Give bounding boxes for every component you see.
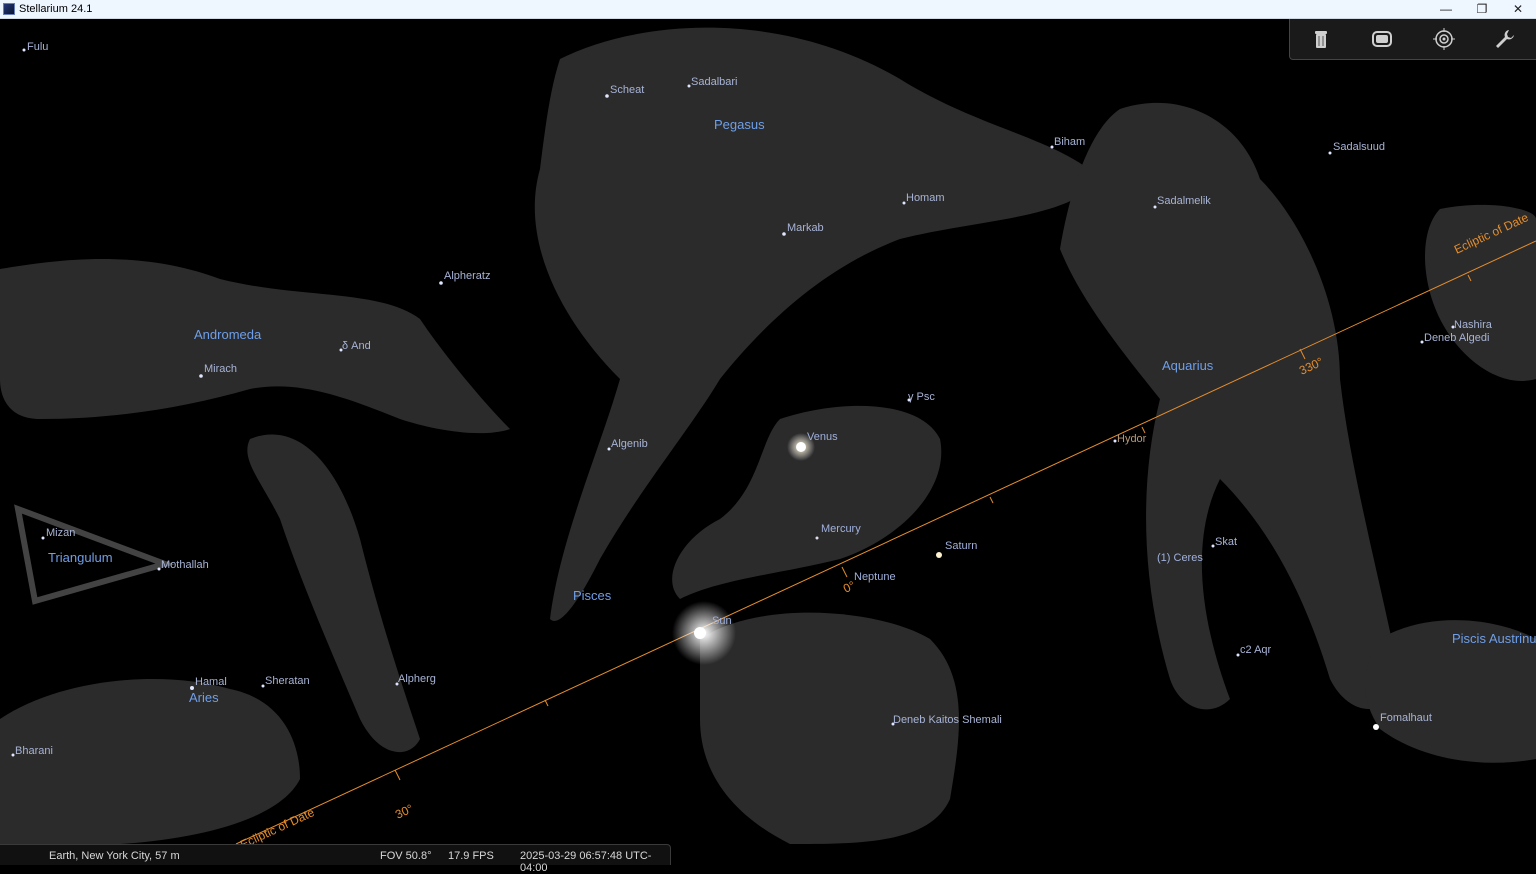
star-label-delta-and[interactable]: δ And — [342, 340, 371, 352]
star-label-mothallah[interactable]: Mothallah — [161, 559, 209, 571]
star-label-fulu[interactable]: Fulu — [27, 41, 48, 53]
star-label-skat[interactable]: Skat — [1215, 536, 1237, 548]
venus-disk — [796, 442, 806, 452]
star-label-hamal[interactable]: Hamal — [195, 676, 227, 688]
constellation-label-aries[interactable]: Aries — [189, 690, 219, 705]
window-controls: — ❐ ✕ — [1428, 0, 1536, 18]
minimize-button[interactable]: — — [1428, 0, 1464, 18]
constellation-art-layer — [0, 27, 1536, 844]
window-titlebar: Stellarium 24.1 — ❐ ✕ — [0, 0, 1536, 19]
star-label-sadalsuud[interactable]: Sadalsuud — [1333, 141, 1385, 153]
constellation-label-piscis-austrinus[interactable]: Piscis Austrinus — [1452, 631, 1536, 646]
star-label-homam[interactable]: Homam — [906, 192, 945, 204]
star-label-algenib[interactable]: Algenib — [611, 438, 648, 450]
star-label-sadalmelik[interactable]: Sadalmelik — [1157, 195, 1211, 207]
target-icon[interactable] — [1430, 25, 1458, 53]
saturn-disk — [936, 552, 942, 558]
cetus-art — [700, 612, 959, 844]
star-label-alpheratz[interactable]: Alpheratz — [444, 270, 490, 282]
planet-label-ceres[interactable]: (1) Ceres — [1157, 552, 1203, 564]
sky-view[interactable]: Pegasus Andromeda Triangulum Aries Pisce… — [0, 19, 1536, 844]
top-right-toolbar — [1289, 19, 1536, 60]
constellation-label-aquarius[interactable]: Aquarius — [1162, 358, 1213, 373]
star-label-deneb-algedi[interactable]: Deneb Algedi — [1424, 332, 1489, 344]
status-fov: FOV 50.8° — [380, 850, 432, 862]
star-label-deneb-kaitos-shemali[interactable]: Deneb Kaitos Shemali — [893, 714, 1002, 726]
star-label-fomalhaut[interactable]: Fomalhaut — [1380, 712, 1432, 724]
planet-label-venus[interactable]: Venus — [807, 431, 838, 443]
star-label-mizan[interactable]: Mizan — [46, 527, 75, 539]
aquarius-art — [1060, 102, 1400, 710]
status-datetime[interactable]: 2025-03-29 06:57:48 UTC-04:00 — [520, 850, 670, 874]
star-label-markab[interactable]: Markab — [787, 222, 824, 234]
stellarium-app-icon — [3, 3, 15, 15]
wrench-icon[interactable] — [1491, 25, 1519, 53]
planet-label-neptune[interactable]: Neptune — [854, 571, 896, 583]
restore-button[interactable]: ❐ — [1464, 0, 1500, 18]
planet-label-mercury[interactable]: Mercury — [821, 523, 861, 535]
star-label-mirach[interactable]: Mirach — [204, 363, 237, 375]
trash-icon[interactable] — [1307, 25, 1335, 53]
window-title: Stellarium 24.1 — [19, 3, 93, 15]
close-button[interactable]: ✕ — [1500, 0, 1536, 18]
mercury-disk — [815, 536, 819, 540]
star-label-c2-aqr[interactable]: c2 Aqr — [1240, 644, 1271, 656]
status-location[interactable]: Earth, New York City, 57 m — [49, 850, 180, 862]
constellation-label-triangulum[interactable]: Triangulum — [48, 550, 113, 565]
star-label-sheratan[interactable]: Sheratan — [265, 675, 310, 687]
star-label-nashira[interactable]: Nashira — [1454, 319, 1492, 331]
andromeda-art — [0, 259, 510, 434]
constellation-label-pegasus[interactable]: Pegasus — [714, 117, 765, 132]
planet-label-sun[interactable]: Sun — [712, 615, 732, 627]
status-fps: 17.9 FPS — [448, 850, 494, 862]
star-label-biham[interactable]: Biham — [1054, 136, 1085, 148]
star-label-hydor[interactable]: Hydor — [1117, 433, 1146, 445]
star-label-alpherg[interactable]: Alpherg — [398, 673, 436, 685]
constellation-label-andromeda[interactable]: Andromeda — [194, 327, 261, 342]
screen-icon[interactable] — [1368, 25, 1396, 53]
fomalhaut-dot — [1373, 724, 1379, 730]
pisces-fish-art — [247, 434, 420, 753]
star-label-gamma-psc[interactable]: γ Psc — [908, 391, 935, 403]
planet-label-saturn[interactable]: Saturn — [945, 540, 977, 552]
star-label-sadalbari[interactable]: Sadalbari — [691, 76, 737, 88]
sun-disk — [694, 627, 706, 639]
star-label-bharani[interactable]: Bharani — [15, 745, 53, 757]
star-label-scheat[interactable]: Scheat — [610, 84, 644, 96]
constellation-label-pisces[interactable]: Pisces — [573, 588, 611, 603]
status-bar: Earth, New York City, 57 m FOV 50.8° 17.… — [0, 844, 671, 874]
aries-art — [0, 679, 300, 844]
